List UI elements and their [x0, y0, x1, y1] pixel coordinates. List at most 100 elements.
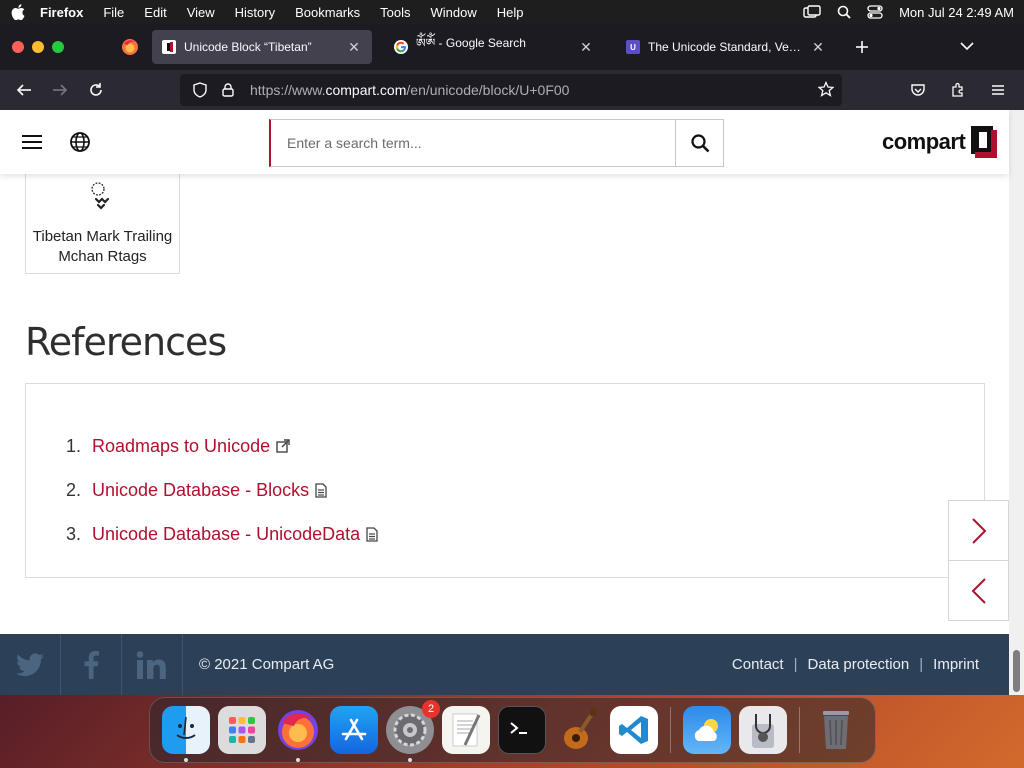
- menu-clock[interactable]: Mon Jul 24 2:49 AM: [899, 5, 1014, 20]
- search-button[interactable]: [675, 120, 723, 166]
- facebook-button[interactable]: [61, 634, 122, 695]
- menu-history[interactable]: History: [235, 5, 275, 20]
- footer-link-contact[interactable]: Contact: [732, 656, 784, 673]
- tab-unicode-block[interactable]: Unicode Block “Tibetan” ✕: [152, 30, 372, 64]
- pocket-button[interactable]: [900, 72, 936, 108]
- reload-button[interactable]: [78, 72, 114, 108]
- app-menu-button[interactable]: [980, 72, 1016, 108]
- firefox-dock-icon[interactable]: [274, 706, 322, 762]
- zoom-window-button[interactable]: [52, 41, 64, 53]
- garageband-icon[interactable]: [554, 706, 602, 754]
- next-page-button[interactable]: [948, 500, 1009, 561]
- menu-tools[interactable]: Tools: [380, 5, 410, 20]
- linkedin-button[interactable]: [122, 634, 183, 695]
- toolbar-right: [900, 72, 1016, 108]
- hamburger-menu-icon: [22, 135, 42, 149]
- reload-icon: [90, 83, 102, 96]
- tab-title: Unicode Block “Tibetan”: [184, 40, 312, 54]
- control-center-icon[interactable]: [867, 5, 883, 19]
- logo-wordmark: compart: [882, 129, 966, 154]
- vscode-icon[interactable]: [610, 706, 658, 754]
- globe-icon: [70, 132, 90, 152]
- tab-google-search[interactable]: ༀༀ - Google Search ✕: [384, 30, 604, 64]
- reference-link-roadmaps[interactable]: Roadmaps to Unicode: [92, 436, 270, 457]
- vertical-scrollbar[interactable]: [1009, 110, 1024, 695]
- pocket-icon: [911, 84, 925, 96]
- finder-icon[interactable]: [162, 706, 210, 762]
- tab-title: ༀༀ - Google Search: [416, 36, 526, 50]
- textedit-icon[interactable]: [442, 706, 490, 754]
- close-tab-icon[interactable]: ✕: [346, 39, 362, 56]
- trash-icon[interactable]: [812, 706, 860, 754]
- document-icon[interactable]: [315, 482, 331, 498]
- menu-view[interactable]: View: [187, 5, 215, 20]
- unicode-favicon-icon: U: [626, 40, 640, 54]
- lock-icon[interactable]: [216, 83, 240, 97]
- screen-mirroring-icon[interactable]: [803, 5, 821, 19]
- reference-link-blocks[interactable]: Unicode Database - Blocks: [92, 480, 309, 501]
- menu-file[interactable]: File: [103, 5, 124, 20]
- url-text[interactable]: https://www.compart.com/en/unicode/block…: [250, 82, 569, 98]
- menu-app-name[interactable]: Firefox: [40, 5, 83, 20]
- back-button[interactable]: [6, 72, 42, 108]
- apple-icon[interactable]: [10, 4, 26, 20]
- hamburger-menu-icon: [992, 85, 1004, 95]
- twitter-button[interactable]: [0, 634, 61, 695]
- footer-links: Contact | Data protection | Imprint: [732, 656, 979, 673]
- bookmark-star-icon[interactable]: [817, 80, 835, 100]
- tab-title: The Unicode Standard, Version: [648, 40, 804, 54]
- chevron-left-icon: [971, 577, 986, 604]
- divider: |: [919, 656, 924, 673]
- compart-logo[interactable]: compart: [882, 124, 999, 160]
- disk-utility-icon[interactable]: [739, 706, 787, 754]
- forward-button[interactable]: [42, 72, 78, 108]
- previous-page-button[interactable]: [948, 560, 1009, 621]
- tab-unicode-standard[interactable]: U The Unicode Standard, Version ✕: [616, 30, 836, 64]
- spotlight-search-icon[interactable]: [837, 5, 851, 19]
- browser-tab-bar: Unicode Block “Tibetan” ✕ ༀༀ - Google Se…: [0, 24, 1024, 70]
- close-tab-icon[interactable]: ✕: [578, 39, 594, 56]
- dock-separator: [799, 707, 800, 753]
- plus-icon: [856, 41, 868, 53]
- browser-nav-bar: https://www.compart.com/en/unicode/block…: [0, 70, 1024, 110]
- minimize-window-button[interactable]: [32, 41, 44, 53]
- app-store-icon[interactable]: [330, 706, 378, 754]
- weather-icon[interactable]: [683, 706, 731, 754]
- list-all-tabs-button[interactable]: [960, 38, 974, 56]
- linkedin-icon: [137, 650, 166, 679]
- extensions-button[interactable]: [940, 72, 976, 108]
- launchpad-icon[interactable]: [218, 706, 266, 754]
- reference-link-unicodedata[interactable]: Unicode Database - UnicodeData: [92, 524, 360, 545]
- google-favicon-icon: [394, 40, 408, 54]
- menu-bookmarks[interactable]: Bookmarks: [295, 5, 360, 20]
- footer-link-data-protection[interactable]: Data protection: [808, 656, 910, 673]
- menu-help[interactable]: Help: [497, 5, 524, 20]
- footer-link-imprint[interactable]: Imprint: [933, 656, 979, 673]
- menu-window[interactable]: Window: [431, 5, 477, 20]
- puzzle-icon: [952, 82, 963, 97]
- search-icon: [690, 134, 709, 153]
- menu-edit[interactable]: Edit: [144, 5, 166, 20]
- character-name: Tibetan Mark Trailing Mchan Rtags: [32, 228, 173, 265]
- site-header: compart: [0, 110, 1009, 174]
- document-icon[interactable]: [366, 526, 382, 542]
- close-tab-icon[interactable]: ✕: [810, 39, 826, 56]
- site-menu-button[interactable]: [20, 132, 44, 152]
- facebook-icon: [84, 650, 99, 679]
- external-link-icon[interactable]: [276, 438, 292, 454]
- language-button[interactable]: [68, 130, 92, 154]
- tracking-protection-shield-icon[interactable]: [188, 82, 212, 98]
- close-window-button[interactable]: [12, 41, 24, 53]
- address-bar[interactable]: https://www.compart.com/en/unicode/block…: [180, 74, 842, 106]
- search-input[interactable]: [271, 120, 675, 166]
- list-number: 1.: [66, 435, 82, 456]
- firefox-view-button[interactable]: [108, 24, 152, 70]
- system-settings-icon[interactable]: 2: [386, 700, 440, 762]
- list-number: 2.: [66, 479, 82, 500]
- scrollbar-thumb[interactable]: [1013, 650, 1020, 692]
- references-panel: 1. Roadmaps to Unicode 2. Unicode Databa…: [25, 383, 985, 578]
- site-search-box: [269, 119, 724, 167]
- new-tab-button[interactable]: [848, 33, 876, 61]
- terminal-icon[interactable]: [498, 706, 546, 754]
- page-viewport: compart Tibetan Mark Trailing Mchan Rtag…: [0, 110, 1024, 695]
